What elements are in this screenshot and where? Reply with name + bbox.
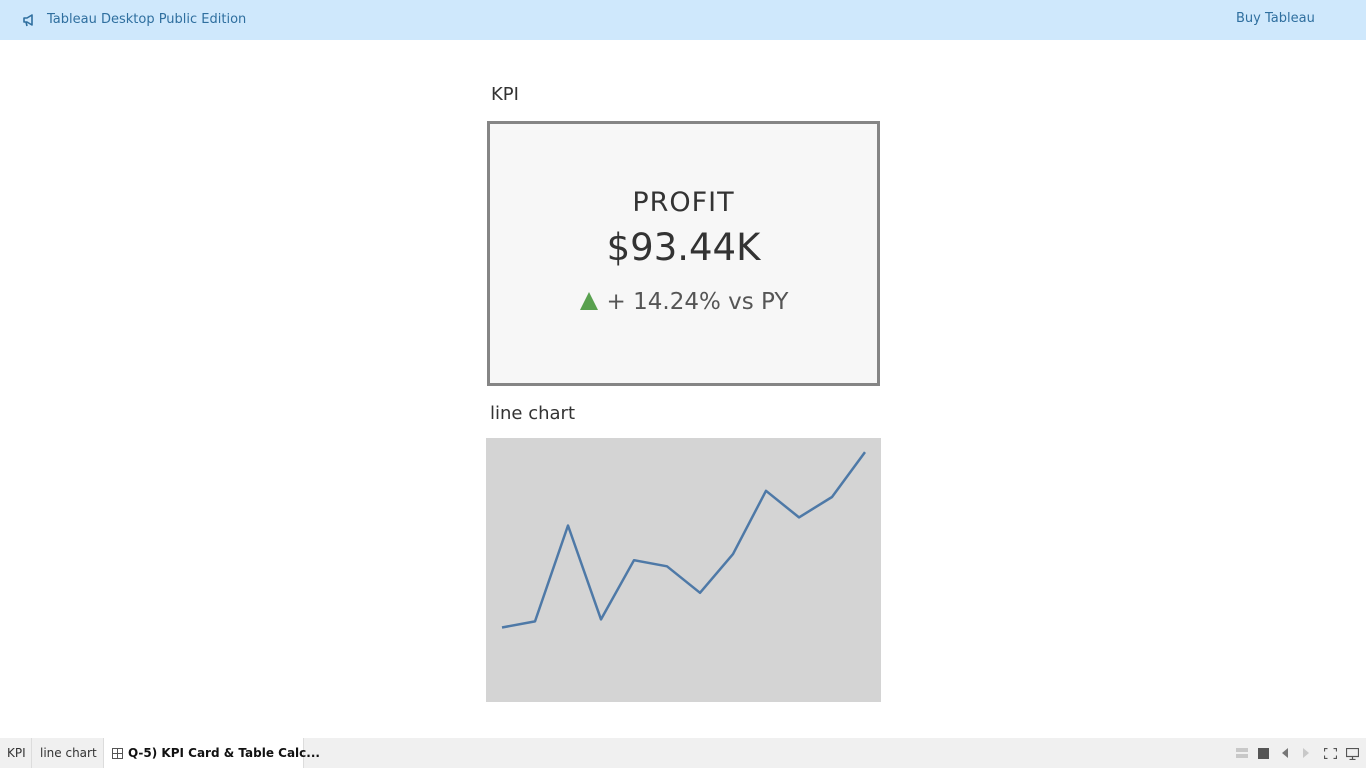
data-point[interactable] [497,623,507,633]
presentation-mode-button[interactable] [1346,738,1360,768]
next-sheet-icon [1303,748,1309,758]
data-point[interactable] [563,521,573,531]
up-triangle-icon [579,292,598,310]
filmstrip-button[interactable] [1258,738,1272,768]
data-point[interactable] [827,492,837,502]
dashboard-grid-icon [112,748,123,759]
tab-dashboard-active[interactable]: Q-5) KPI Card & Table Calc... [103,738,320,768]
data-point[interactable] [695,588,705,598]
megaphone-icon [23,14,33,27]
presentation-mode-icon [1346,748,1359,760]
fullscreen-button[interactable] [1324,738,1338,768]
filmstrip-icon [1258,748,1269,759]
data-point[interactable] [629,555,639,565]
data-point[interactable] [794,512,804,522]
sheet-tab-bar: KPI line chart Q-5) KPI Card & Table Cal… [0,738,1366,768]
line-chart-sheet-title: line chart [490,403,575,424]
app-title: Tableau Desktop Public Edition [47,12,247,27]
line-chart-svg [497,447,870,633]
data-point[interactable] [761,486,771,496]
next-sheet-button[interactable] [1302,738,1314,768]
buy-tableau-link[interactable]: Buy Tableau [1236,11,1315,26]
kpi-change-text: + 14.24% vs PY [606,289,789,315]
data-point[interactable] [662,561,672,571]
tab-line-chart[interactable]: line chart [31,738,97,768]
kpi-sheet-title: KPI [491,84,519,105]
tab-dashboard-label: Q-5) KPI Card & Table Calc... [128,746,320,760]
kpi-change-row: + 14.24% vs PY [490,289,877,315]
data-point[interactable] [596,614,606,624]
previous-sheet-button[interactable] [1281,738,1293,768]
top-banner: Tableau Desktop Public Edition Buy Table… [0,0,1366,40]
series-line[interactable] [501,451,867,629]
tab-kpi[interactable]: KPI [7,738,26,768]
previous-sheet-icon [1282,748,1288,758]
fullscreen-icon [1324,748,1337,759]
show-sheets-button[interactable] [1236,738,1250,768]
data-point[interactable] [860,447,870,457]
kpi-card: PROFIT $93.44K + 14.24% vs PY [487,121,880,386]
data-point[interactable] [530,616,540,626]
kpi-metric-label: PROFIT [632,187,735,218]
kpi-value: $93.44K [606,226,761,269]
data-point[interactable] [728,549,738,559]
line-chart-area[interactable] [486,438,881,702]
show-sheets-icon [1236,748,1248,758]
